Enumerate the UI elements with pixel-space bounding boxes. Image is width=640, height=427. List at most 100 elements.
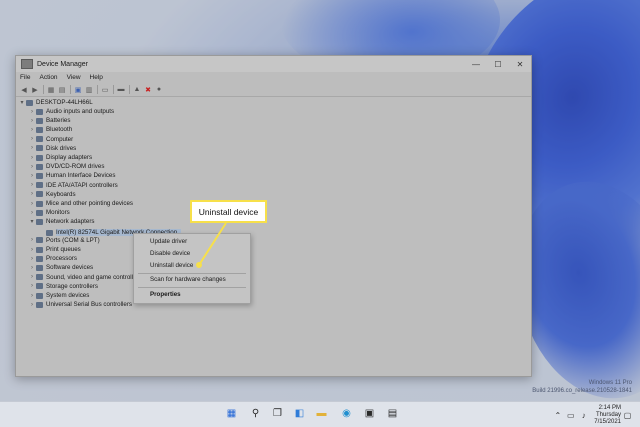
chevron-right-icon[interactable]: › [28, 155, 36, 161]
tree-category[interactable]: › Storage controllers [28, 282, 98, 291]
chevron-right-icon[interactable]: › [28, 173, 36, 179]
menu-action[interactable]: Action [39, 74, 57, 81]
tree-category[interactable]: › Universal Serial Bus controllers [28, 300, 132, 309]
chevron-right-icon[interactable]: › [28, 201, 36, 207]
tree-category-label: Human Interface Devices [46, 172, 116, 180]
help-icon[interactable]: ▥ [85, 86, 93, 94]
device-manager-window: Device Manager — ☐ ✕ File Action View He… [15, 55, 532, 377]
menu-help[interactable]: Help [90, 74, 103, 81]
device-category-icon [36, 274, 43, 281]
chevron-down-icon[interactable]: ▾ [28, 218, 36, 225]
back-arrow-icon[interactable]: ◀ [20, 86, 28, 94]
tree-category[interactable]: › Monitors [28, 208, 70, 217]
chevron-down-icon[interactable]: ▾ [18, 99, 26, 106]
chevron-right-icon[interactable]: › [28, 127, 36, 133]
chevron-right-icon[interactable]: › [28, 302, 36, 308]
scan-hardware-icon[interactable]: ▭ [101, 86, 109, 94]
tree-category[interactable]: › Mice and other pointing devices [28, 199, 133, 208]
monitor-icon[interactable]: ▬ [117, 86, 125, 94]
tree-category[interactable]: › IDE ATA/ATAPI controllers [28, 181, 118, 190]
maximize-button[interactable]: ☐ [487, 56, 509, 72]
tree-category[interactable]: › Sound, video and game controllers [28, 273, 142, 282]
volume-icon[interactable]: ♪ [577, 409, 590, 422]
tree-category[interactable]: › Audio inputs and outputs [28, 107, 114, 116]
widgets-icon[interactable]: ◧ [293, 407, 306, 420]
update-driver-icon[interactable]: ▲ [133, 86, 141, 94]
chevron-right-icon[interactable]: › [28, 247, 36, 253]
tree-category-label: Processors [46, 255, 77, 263]
context-item-update-driver[interactable]: Update driver [150, 238, 187, 245]
network-icon[interactable]: ▭ [564, 409, 577, 422]
toolbar-divider [70, 85, 71, 94]
tree-category[interactable]: › Disk drives [28, 144, 76, 153]
properties-icon[interactable]: ▣ [74, 86, 82, 94]
edge-icon[interactable]: ◉ [340, 407, 353, 420]
chevron-right-icon[interactable]: › [28, 210, 36, 216]
context-item-scan-hardware[interactable]: Scan for hardware changes [150, 276, 226, 283]
device-category-icon [36, 246, 43, 253]
device-category-icon [36, 172, 43, 179]
search-icon[interactable]: ⚲ [249, 407, 262, 420]
menu-file[interactable]: File [20, 74, 30, 81]
chevron-right-icon[interactable]: › [28, 237, 36, 243]
chevron-right-icon[interactable]: › [28, 283, 36, 289]
device-manager-icon[interactable]: ▤ [386, 407, 399, 420]
device-tree: ▾ DESKTOP-44LH66L › Audio inputs and outp… [16, 97, 531, 376]
download-icon[interactable]: ● [155, 86, 163, 94]
tree-category-label: Sound, video and game controllers [46, 273, 142, 281]
context-item-uninstall-device[interactable]: Uninstall device [150, 262, 193, 269]
store-icon[interactable]: ▣ [363, 407, 376, 420]
tree-category[interactable]: › Processors [28, 254, 77, 263]
tree-category[interactable]: ▾ Network adapters [28, 217, 95, 226]
chevron-right-icon[interactable]: › [28, 274, 36, 280]
tree-category[interactable]: › Software devices [28, 263, 93, 272]
device-manager-icon [21, 59, 33, 69]
show-hide-tree-icon[interactable]: ▦ [47, 86, 55, 94]
tree-category[interactable]: › Display adapters [28, 153, 92, 162]
list-view-icon[interactable]: ▤ [58, 86, 66, 94]
task-view-icon[interactable]: ❐ [271, 407, 284, 420]
chevron-right-icon[interactable]: › [28, 164, 36, 170]
chevron-right-icon[interactable]: › [28, 293, 36, 299]
callout-label: Uninstall device [190, 200, 267, 223]
tree-category[interactable]: › Bluetooth [28, 125, 72, 134]
chevron-up-icon[interactable]: ⌃ [551, 409, 564, 422]
tree-category-label: Bluetooth [46, 126, 73, 134]
tree-category-label: Ports (COM & LPT) [46, 236, 100, 244]
chevron-right-icon[interactable]: › [28, 182, 36, 188]
chevron-right-icon[interactable]: › [28, 191, 36, 197]
tree-root[interactable]: ▾ DESKTOP-44LH66L [18, 98, 93, 107]
chevron-right-icon[interactable]: › [28, 145, 36, 151]
context-item-properties[interactable]: Properties [150, 291, 181, 298]
tree-category[interactable]: › Computer [28, 135, 73, 144]
tree-category[interactable]: › System devices [28, 291, 89, 300]
tree-category[interactable]: › DVD/CD-ROM drives [28, 162, 104, 171]
menu-view[interactable]: View [67, 74, 81, 81]
notifications-icon[interactable]: ▢ [621, 409, 634, 422]
close-button[interactable]: ✕ [509, 56, 531, 72]
system-tray: ⌃ ▭ ♪ 2:14 PM Thursday 7/15/2021 ▢ [551, 405, 634, 426]
tree-category[interactable]: › Batteries [28, 116, 70, 125]
chevron-right-icon[interactable]: › [28, 109, 36, 115]
chevron-right-icon[interactable]: › [28, 265, 36, 271]
tree-category[interactable]: › Human Interface Devices [28, 171, 115, 180]
title-bar[interactable]: Device Manager — ☐ ✕ [16, 56, 531, 72]
context-item-disable-device[interactable]: Disable device [150, 250, 190, 257]
forward-arrow-icon[interactable]: ▶ [31, 86, 39, 94]
clock-day: Thursday [595, 412, 621, 418]
chevron-right-icon[interactable]: › [28, 256, 36, 262]
file-explorer-icon[interactable]: ▬ [315, 407, 328, 420]
tree-root-label: DESKTOP-44LH66L [36, 99, 93, 106]
minimize-button[interactable]: — [465, 56, 487, 72]
tree-category-label: Network adapters [46, 218, 95, 226]
windows-start-icon[interactable]: ▦ [225, 407, 238, 420]
tree-category[interactable]: › Keyboards [28, 190, 76, 199]
tree-category[interactable]: › Ports (COM & LPT) [28, 236, 100, 245]
clock[interactable]: 2:14 PM Thursday 7/15/2021 [594, 405, 621, 426]
chevron-right-icon[interactable]: › [28, 118, 36, 124]
tree-category[interactable]: › Print queues [28, 245, 81, 254]
chevron-right-icon[interactable]: › [28, 136, 36, 142]
uninstall-device-icon[interactable]: ✖ [144, 86, 152, 94]
toolbar-divider [129, 85, 130, 94]
device-category-icon [36, 145, 43, 152]
